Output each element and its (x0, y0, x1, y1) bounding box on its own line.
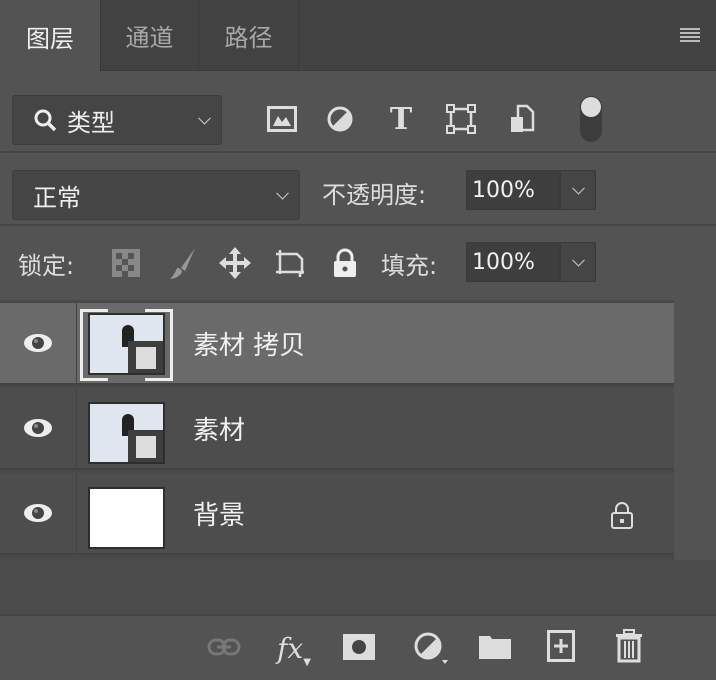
lock-label: 锁定: (18, 252, 75, 280)
new-group-folder-icon[interactable] (477, 632, 513, 662)
layer-name[interactable]: 素材 (193, 388, 245, 468)
adjustment-filter-icon[interactable] (324, 103, 356, 135)
new-layer-icon[interactable] (544, 628, 578, 664)
eye-icon (24, 419, 52, 437)
visibility-toggle[interactable] (0, 303, 77, 383)
layer-thumbnail (88, 313, 165, 375)
smart-object-filter-icon[interactable] (506, 103, 538, 135)
fill-label: 填充: (381, 252, 438, 280)
panel-menu-icon[interactable] (678, 24, 702, 46)
opacity-label: 不透明度: (322, 181, 427, 209)
lock-artboard-icon[interactable] (273, 246, 307, 280)
lock-position-icon[interactable] (218, 246, 252, 280)
visibility-toggle[interactable] (0, 388, 77, 468)
visibility-toggle[interactable] (0, 473, 77, 553)
layers-bottom-toolbar: fx ▼ (0, 614, 716, 680)
filter-kind-label: 类型 (67, 108, 115, 137)
layer-row[interactable]: 素材 拷贝 (0, 303, 674, 385)
layers-list: 素材 拷贝 素材 背景 (0, 300, 674, 560)
layer-thumbnail (88, 487, 165, 549)
filter-toggle-switch[interactable] (580, 96, 602, 142)
divider (0, 224, 716, 226)
opacity-dropdown-button[interactable] (560, 170, 596, 210)
smart-object-badge-icon (128, 430, 163, 462)
layer-row[interactable]: 背景 (0, 473, 674, 555)
add-mask-icon[interactable] (342, 632, 376, 662)
blend-mode-select[interactable]: 正常 (12, 170, 300, 220)
lock-all-icon[interactable] (330, 246, 360, 280)
layer-style-fx-icon[interactable]: fx ▼ (272, 628, 316, 669)
layer-name[interactable]: 素材 拷贝 (193, 303, 305, 383)
eye-icon (24, 504, 52, 522)
panel-tab-bar: 图层 通道 路径 (0, 0, 716, 72)
blend-mode-value: 正常 (33, 183, 81, 212)
chevron-down-icon (276, 186, 289, 200)
tab-paths[interactable]: 路径 (199, 0, 299, 71)
image-filter-icon[interactable] (266, 103, 298, 135)
delete-layer-trash-icon[interactable] (612, 628, 646, 664)
fill-input[interactable]: 100% (466, 242, 560, 282)
shape-filter-icon[interactable] (445, 103, 477, 135)
layers-empty-area (0, 560, 716, 614)
eye-icon (24, 334, 52, 352)
layer-thumbnail (88, 402, 165, 464)
layer-name[interactable]: 背景 (193, 473, 245, 553)
tab-layers[interactable]: 图层 (0, 0, 101, 72)
layer-filter-select[interactable]: 类型 (12, 95, 222, 145)
new-adjustment-layer-icon[interactable] (410, 628, 454, 668)
opacity-input[interactable]: 100% (466, 170, 560, 210)
lock-transparent-pixels-icon[interactable] (111, 248, 141, 278)
lock-image-pixels-icon[interactable] (166, 246, 200, 280)
chevron-down-icon (198, 111, 211, 125)
link-layers-icon[interactable] (206, 632, 242, 662)
type-filter-icon[interactable]: T (385, 102, 417, 137)
lock-icon (608, 499, 636, 531)
smart-object-badge-icon (128, 341, 163, 373)
tab-channels[interactable]: 通道 (101, 0, 199, 71)
search-icon (34, 109, 57, 132)
toggle-knob (581, 97, 601, 117)
layer-row[interactable]: 素材 (0, 388, 674, 470)
fill-dropdown-button[interactable] (560, 242, 596, 282)
divider (0, 151, 716, 153)
